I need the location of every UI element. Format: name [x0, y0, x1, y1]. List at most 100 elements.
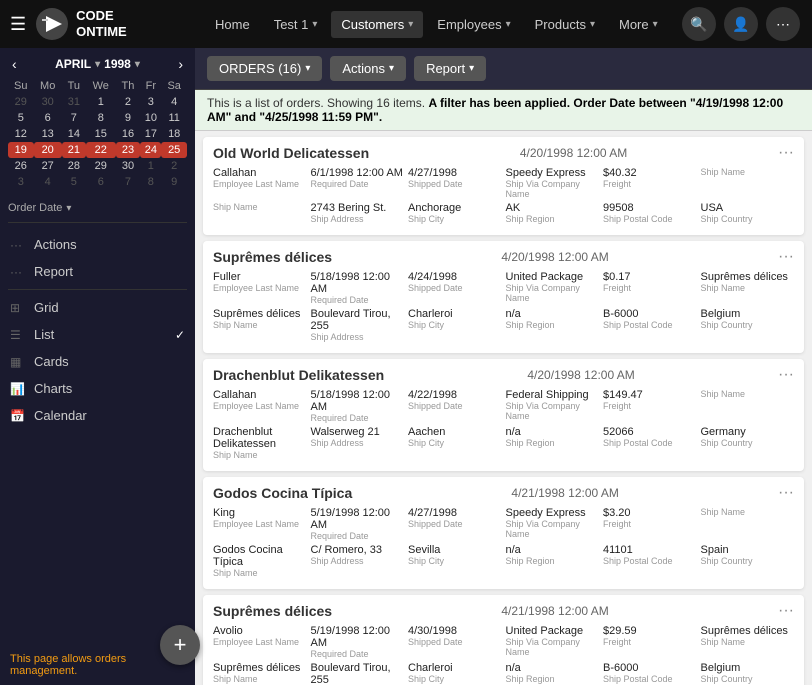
sidebar-item-calendar[interactable]: 📅 Calendar [0, 402, 195, 429]
nav-customers[interactable]: Customers ▾ [331, 11, 423, 38]
cal-day[interactable]: 31 [62, 94, 86, 110]
nav-employees[interactable]: Employees ▾ [427, 11, 520, 38]
cal-day[interactable]: 3 [8, 174, 34, 190]
field-label: Ship Name [213, 450, 307, 460]
cal-day[interactable]: 2 [161, 158, 187, 174]
cal-day[interactable]: 7 [116, 174, 141, 190]
field-cell: Speedy ExpressShip Via Company Name [506, 167, 600, 199]
sidebar-item-charts[interactable]: 📊 Charts [0, 375, 195, 402]
cal-day[interactable]: 27 [34, 158, 62, 174]
field-cell: Boulevard Tirou, 255Ship Address [311, 308, 405, 342]
cal-day[interactable]: 8 [140, 174, 161, 190]
cal-day[interactable]: 19 [8, 142, 34, 158]
more-options-button[interactable]: ⋯ [766, 7, 800, 41]
cal-day[interactable]: 5 [62, 174, 86, 190]
user-button[interactable]: 👤 [724, 7, 758, 41]
cal-month-arrow[interactable]: ▾ [95, 59, 100, 70]
field-label: Ship Name [213, 320, 307, 330]
order-date-filter[interactable]: Order Date ▾ [0, 198, 195, 218]
hamburger-menu[interactable]: ☰ [10, 14, 26, 35]
nav-test1[interactable]: Test 1 ▾ [264, 11, 328, 38]
sidebar-item-report[interactable]: ··· Report [0, 258, 195, 285]
nav-home[interactable]: Home [205, 11, 260, 38]
sidebar-item-calendar-label: Calendar [34, 408, 87, 423]
app-logo-text: CODE ONTIME [76, 8, 127, 39]
cal-month[interactable]: APRIL [55, 57, 91, 71]
cal-day[interactable]: 1 [86, 94, 116, 110]
report-label: Report [426, 61, 465, 76]
actions-button[interactable]: Actions ▾ [330, 56, 406, 81]
field-value: Suprêmes délices [701, 271, 795, 283]
field-label: Required Date [311, 531, 405, 541]
cal-day[interactable]: 9 [116, 110, 141, 126]
orders-button[interactable]: ORDERS (16) ▾ [207, 56, 322, 81]
cal-day[interactable]: 14 [62, 126, 86, 142]
nav-products[interactable]: Products ▾ [525, 11, 605, 38]
order-company-name: Godos Cocina Típica [213, 485, 352, 501]
sidebar-item-list[interactable]: ☰ List ✓ [0, 321, 195, 348]
cal-day[interactable]: 15 [86, 126, 116, 142]
cal-day[interactable]: 9 [161, 174, 187, 190]
field-label: Ship Name [701, 507, 795, 517]
cal-day[interactable]: 11 [161, 110, 187, 126]
order-header: Godos Cocina Típica4/21/1998 12:00 AM··· [213, 485, 794, 501]
field-value: 99508 [603, 202, 697, 214]
cal-day[interactable]: 26 [8, 158, 34, 174]
cal-day[interactable]: 4 [34, 174, 62, 190]
cal-day[interactable]: 5 [8, 110, 34, 126]
field-cell: CharleroiShip City [408, 662, 502, 685]
cal-day[interactable]: 18 [161, 126, 187, 142]
cal-year-arrow[interactable]: ▾ [135, 59, 140, 70]
cal-next-button[interactable]: › [174, 56, 187, 72]
cal-day[interactable]: 29 [8, 94, 34, 110]
order-more-button[interactable]: ··· [778, 485, 794, 501]
order-more-button[interactable]: ··· [778, 367, 794, 383]
cal-day[interactable]: 17 [140, 126, 161, 142]
cal-day[interactable]: 22 [86, 142, 116, 158]
report-arrow: ▾ [469, 63, 474, 74]
search-button[interactable]: 🔍 [682, 7, 716, 41]
cal-day[interactable]: 13 [34, 126, 62, 142]
nav-more[interactable]: More ▾ [609, 11, 668, 38]
cal-day[interactable]: 8 [86, 110, 116, 126]
report-button[interactable]: Report ▾ [414, 56, 486, 81]
nav-products-label: Products [535, 17, 586, 32]
cal-day[interactable]: 10 [140, 110, 161, 126]
cal-prev-button[interactable]: ‹ [8, 56, 21, 72]
cal-day[interactable]: 3 [140, 94, 161, 110]
cal-day[interactable]: 28 [62, 158, 86, 174]
sidebar-item-actions[interactable]: ··· Actions [0, 231, 195, 258]
cal-day[interactable]: 23 [116, 142, 141, 158]
cal-day[interactable]: 21 [62, 142, 86, 158]
field-value: Walserweg 21 [311, 426, 405, 438]
cal-day[interactable]: 6 [34, 110, 62, 126]
field-label: Ship Postal Code [603, 438, 697, 448]
cal-day[interactable]: 25 [161, 142, 187, 158]
sidebar-menu: ··· Actions ··· Report ⊞ Grid ☰ List ✓ ▦… [0, 227, 195, 433]
field-value: Godos Cocina Típica [213, 544, 307, 568]
cal-day[interactable]: 1 [140, 158, 161, 174]
cal-day[interactable]: 20 [34, 142, 62, 158]
cal-day[interactable]: 6 [86, 174, 116, 190]
field-label: Shipped Date [408, 637, 502, 647]
order-more-button[interactable]: ··· [778, 603, 794, 619]
order-more-button[interactable]: ··· [778, 249, 794, 265]
order-more-button[interactable]: ··· [778, 145, 794, 161]
sidebar-divider-2 [8, 289, 187, 290]
cal-day[interactable]: 30 [34, 94, 62, 110]
cal-day[interactable]: 7 [62, 110, 86, 126]
cal-day[interactable]: 24 [140, 142, 161, 158]
field-label: Ship City [408, 214, 502, 224]
add-fab-button[interactable]: + [160, 625, 200, 665]
cal-day[interactable]: 4 [161, 94, 187, 110]
cal-day[interactable]: 2 [116, 94, 141, 110]
sidebar-item-cards[interactable]: ▦ Cards [0, 348, 195, 375]
sidebar-item-grid[interactable]: ⊞ Grid [0, 294, 195, 321]
toolbar: ORDERS (16) ▾ Actions ▾ Report ▾ [195, 48, 812, 90]
cal-day[interactable]: 30 [116, 158, 141, 174]
cal-day[interactable]: 12 [8, 126, 34, 142]
field-label: Ship Address [311, 332, 405, 342]
field-label: Ship Via Company Name [506, 519, 600, 539]
cal-day[interactable]: 29 [86, 158, 116, 174]
cal-day[interactable]: 16 [116, 126, 141, 142]
